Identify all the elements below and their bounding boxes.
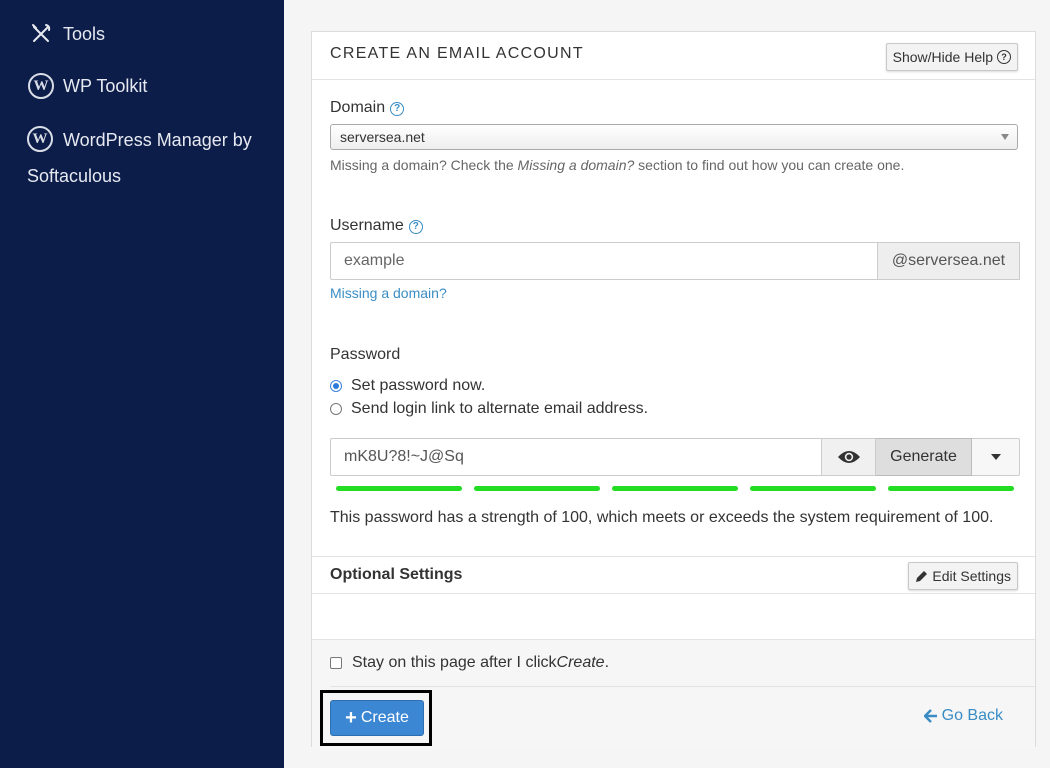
radio-label: Send login link to alternate email addre… (351, 400, 649, 417)
domain-selected-value: serversea.net (340, 129, 425, 145)
password-group: mK8U?8!~J@Sq Generate (330, 438, 1020, 476)
plus-icon: + (345, 707, 357, 729)
divider (312, 79, 1035, 80)
stay-on-page-checkbox[interactable] (330, 657, 342, 669)
optional-settings-title: Optional Settings (330, 566, 463, 583)
radio-selected[interactable] (330, 380, 342, 392)
password-label: Password (330, 346, 401, 363)
domain-help-icon[interactable]: ? (390, 101, 405, 116)
username-label: Username? (330, 217, 423, 235)
strength-segment (888, 486, 1014, 491)
caret-down-icon (990, 454, 1001, 460)
password-strength-meter (336, 486, 1014, 491)
go-back-link[interactable]: Go Back (923, 707, 1003, 725)
domain-hint: Missing a domain? Check the Missing a do… (330, 157, 904, 173)
tools-icon (27, 20, 55, 48)
eye-icon (837, 451, 860, 463)
wordpress-icon: W (27, 72, 55, 100)
checkbox-label: Stay on this page after I click (352, 654, 557, 671)
show-hide-help-button[interactable]: Show/Hide Help ? (885, 43, 1018, 71)
question-circle-icon: ? (997, 50, 1011, 64)
username-group: example @serversea.net (330, 242, 1020, 280)
divider (312, 556, 1035, 557)
edit-settings-label: Edit Settings (932, 568, 1011, 584)
username-label-text: Username (330, 217, 404, 234)
strength-segment (474, 486, 600, 491)
sidebar-item-wordpress-manager[interactable]: W WordPress Manager by Softaculous (27, 122, 267, 194)
checkbox-label: . (604, 654, 610, 671)
chevron-down-icon (1001, 134, 1009, 140)
missing-domain-link[interactable]: Missing a domain? (330, 285, 447, 301)
divider (312, 593, 1035, 594)
password-value: mK8U?8!~J@Sq (344, 448, 464, 465)
domain-label: Domain? (330, 99, 405, 117)
wordpress-icon: W (27, 126, 53, 153)
sidebar-item-tools[interactable]: Tools (27, 20, 105, 48)
sidebar: Tools W WP Toolkit W WordPress Manager by… (0, 0, 284, 768)
username-help-icon[interactable]: ? (408, 219, 423, 234)
strength-segment (336, 486, 462, 491)
strength-segment (612, 486, 738, 491)
divider (330, 686, 1035, 687)
go-back-label: Go Back (941, 707, 1003, 724)
password-input[interactable]: mK8U?8!~J@Sq (330, 438, 822, 476)
set-password-now-option[interactable]: Set password now. (330, 377, 485, 395)
sidebar-item-label: WordPress Manager by Softaculous (27, 130, 252, 186)
username-placeholder: example (344, 252, 405, 269)
edit-settings-button[interactable]: Edit Settings (908, 562, 1018, 590)
hint-text: section to find out how you can create o… (634, 157, 905, 173)
create-email-panel: CREATE AN EMAIL ACCOUNT Show/Hide Help ?… (311, 31, 1036, 748)
help-button-label: Show/Hide Help (892, 49, 993, 65)
radio-unselected[interactable] (330, 403, 342, 415)
sidebar-item-label: WP Toolkit (63, 75, 148, 96)
create-button-label: Create (360, 709, 409, 726)
toggle-password-visibility-button[interactable] (822, 438, 876, 476)
form-footer: Stay on this page after I click Create. … (312, 639, 1035, 748)
send-login-link-option[interactable]: Send login link to alternate email addre… (330, 400, 648, 418)
password-strength-text: This password has a strength of 100, whi… (330, 509, 994, 526)
username-domain-suffix: @serversea.net (878, 242, 1020, 280)
create-button[interactable]: + Create (330, 700, 424, 736)
domain-select[interactable]: serversea.net (330, 124, 1018, 150)
hint-emphasis: Missing a domain? (517, 157, 635, 173)
generate-password-button[interactable]: Generate (876, 438, 972, 476)
pencil-icon (916, 570, 928, 582)
password-options-dropdown[interactable] (972, 438, 1020, 476)
arrow-left-icon (923, 709, 937, 723)
hint-text: Missing a domain? Check the (330, 157, 518, 173)
domain-label-text: Domain (330, 99, 386, 116)
panel-title: CREATE AN EMAIL ACCOUNT (330, 45, 584, 62)
sidebar-item-label: Tools (63, 23, 106, 44)
checkbox-label-emphasis: Create (556, 654, 605, 671)
sidebar-item-wp-toolkit[interactable]: W WP Toolkit (27, 72, 147, 100)
radio-label: Set password now. (351, 377, 486, 394)
strength-segment (750, 486, 876, 491)
username-input[interactable]: example (330, 242, 878, 280)
stay-on-page-option[interactable]: Stay on this page after I click Create. (330, 654, 609, 672)
